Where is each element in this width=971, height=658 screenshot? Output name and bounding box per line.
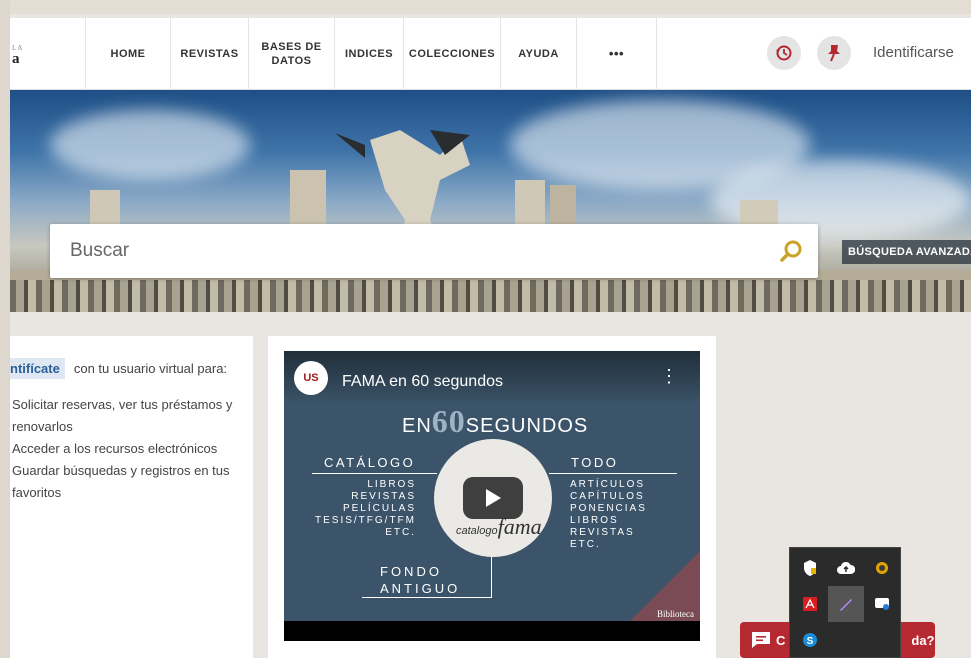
catalogo-list: LIBROS REVISTAS PELÍCULAS TESIS/TFG/TFM … xyxy=(304,479,416,539)
brand-small: catalogo xyxy=(456,525,498,537)
video-bottom-bar xyxy=(284,621,700,641)
network-icon[interactable] xyxy=(864,586,900,622)
advanced-search-link[interactable]: BÚSQUEDA AVANZADA xyxy=(842,240,971,264)
benefits-list: Solicitar reservas, ver tus préstamos y … xyxy=(12,394,247,504)
statue-illustration xyxy=(10,130,971,282)
site-logo[interactable]: LA a xyxy=(12,44,23,67)
history-button[interactable] xyxy=(767,36,801,70)
catalogo-item: REVISTAS xyxy=(351,491,416,502)
search-icon[interactable] xyxy=(778,238,804,269)
todo-title: TODO xyxy=(571,455,619,470)
vpn-icon[interactable] xyxy=(864,550,900,586)
pin-button[interactable] xyxy=(817,36,851,70)
video-headline: EN60SEGUNDOS xyxy=(402,403,588,440)
fondo-line: ANTIGUO xyxy=(380,581,461,596)
pin-icon xyxy=(828,45,840,62)
nav-bases-de-datos[interactable]: BASES DE DATOS xyxy=(249,18,335,90)
browser-top-strip xyxy=(0,0,971,14)
nav-revistas[interactable]: REVISTAS xyxy=(171,18,249,90)
defender-icon[interactable] xyxy=(792,550,828,586)
play-icon xyxy=(486,489,501,507)
biblioteca-logo: Biblioteca xyxy=(657,609,694,619)
nav-indices[interactable]: INDICES xyxy=(335,18,404,90)
history-icon xyxy=(776,45,792,61)
catalogo-item: LIBROS xyxy=(367,479,416,490)
chat-icon xyxy=(752,632,770,648)
chat-label-end: da? xyxy=(911,632,935,648)
list-item: Solicitar reservas, ver tus préstamos y … xyxy=(12,397,233,434)
todo-item: ETC. xyxy=(570,539,601,550)
play-button[interactable] xyxy=(463,477,523,519)
todo-item: PONENCIAS xyxy=(570,503,647,514)
headline-segundos: SEGUNDOS xyxy=(465,415,589,437)
skype-icon[interactable]: S xyxy=(792,622,828,658)
video-card: US FAMA en 60 segundos ⋮ EN60SEGUNDOS CA… xyxy=(268,336,716,658)
catalogo-item: PELÍCULAS xyxy=(342,503,416,514)
identify-link[interactable]: ntifícate xyxy=(10,358,65,379)
catalogo-arrow xyxy=(312,473,437,474)
list-item: Guardar búsquedas y registros en tus fav… xyxy=(12,463,230,500)
todo-item: REVISTAS xyxy=(570,527,635,538)
nav-colecciones[interactable]: COLECCIONES xyxy=(404,18,501,90)
identify-text: con tu usuario virtual para: xyxy=(73,361,228,376)
todo-item: ARTÍCULOS xyxy=(570,479,646,490)
headline-sixty: 60 xyxy=(431,403,466,439)
video-menu-icon[interactable]: ⋮ xyxy=(660,367,678,385)
catalogo-item: ETC. xyxy=(385,527,416,538)
search-input[interactable] xyxy=(70,238,750,264)
video-player[interactable]: US FAMA en 60 segundos ⋮ EN60SEGUNDOS CA… xyxy=(284,351,700,641)
fondo-line: FONDO xyxy=(380,564,442,579)
logo-big-text: a xyxy=(12,51,20,67)
list-item: Acceder a los recursos electrónicos xyxy=(12,441,218,456)
site-header: LA a HOME REVISTAS BASES DE DATOS INDICE… xyxy=(10,18,971,90)
channel-logo-text: US xyxy=(303,372,319,384)
fondo-arrow xyxy=(362,597,492,598)
chat-label-start: C xyxy=(776,632,786,648)
cloud-icon[interactable] xyxy=(828,550,864,586)
nav-more[interactable]: ••• xyxy=(577,18,657,90)
video-title[interactable]: FAMA en 60 segundos xyxy=(342,373,503,391)
identify-row: ntifícate con tu usuario virtual para: xyxy=(10,358,227,379)
fondo-connector xyxy=(491,557,492,597)
todo-arrow xyxy=(549,473,677,474)
building-facade xyxy=(10,280,971,312)
system-tray-popup: S xyxy=(789,547,901,658)
left-edge xyxy=(0,0,10,658)
todo-item: LIBROS xyxy=(570,515,619,526)
catalogo-item: TESIS/TFG/TFM xyxy=(315,515,416,526)
todo-item: CAPÍTULOS xyxy=(570,491,645,502)
pen-icon[interactable] xyxy=(828,586,864,622)
catalogo-title: CATÁLOGO xyxy=(324,455,416,470)
main-nav: HOME REVISTAS BASES DE DATOS INDICES COL… xyxy=(85,18,657,90)
svg-text:S: S xyxy=(807,636,814,647)
search-box xyxy=(50,224,818,278)
todo-list: ARTÍCULOS CAPÍTULOS PONENCIAS LIBROS REV… xyxy=(570,479,647,551)
headline-en: EN xyxy=(402,415,432,437)
nav-home[interactable]: HOME xyxy=(86,18,171,90)
login-info-panel: ntifícate con tu usuario virtual para: S… xyxy=(10,336,253,658)
fondo-antiguo-label: FONDO ANTIGUO xyxy=(380,563,460,597)
acrobat-icon[interactable] xyxy=(792,586,828,622)
nav-ayuda[interactable]: AYUDA xyxy=(501,18,577,90)
login-link[interactable]: Identificarse xyxy=(873,44,954,61)
hero-banner: BÚSQUEDA AVANZADA xyxy=(10,90,971,312)
channel-logo[interactable]: US xyxy=(294,361,328,395)
